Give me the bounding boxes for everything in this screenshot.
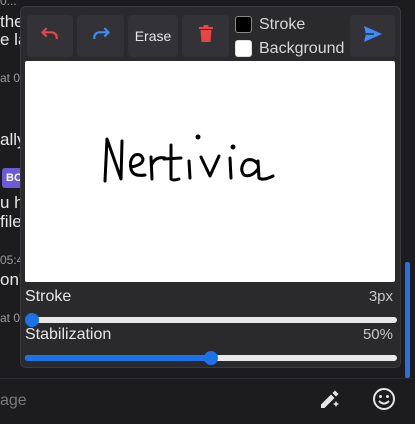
stabilization-slider-fill [25,355,211,361]
stroke-slider-label: Stroke [25,288,72,305]
message-input-bar: age [0,378,415,424]
stroke-color-swatch[interactable] [235,16,252,33]
message-input[interactable]: age [0,392,27,410]
emoji-icon [372,387,396,416]
stroke-slider-track[interactable] [25,313,397,327]
chat-timestamp: 0:.. [0,0,17,8]
send-icon [363,25,383,48]
background-color-swatch[interactable] [235,40,252,57]
chat-scrollbar[interactable] [405,262,410,378]
drawing-popup: Erase Stroke Background Stroke 3px Stabi… [20,6,401,368]
drawing-button[interactable] [316,387,344,415]
stroke-slider-value: 3px [368,288,393,305]
drawing-canvas[interactable] [25,61,395,282]
redo-button[interactable] [77,15,124,57]
chat-timestamp: at 0 [0,311,21,325]
handwritten-drawing [103,134,275,183]
stabilization-slider-track[interactable] [25,351,397,365]
background-color-label: Background [259,39,345,57]
drawing-toolbar: Erase Stroke Background [27,14,395,59]
stabilization-slider-label: Stabilization [25,326,112,343]
stabilization-slider-value: 50% [362,326,393,343]
stroke-color-label: Stroke [259,15,306,33]
chat-message-fragment: file [0,212,22,231]
chat-timestamp: at 0 [0,71,21,85]
undo-button[interactable] [27,15,73,57]
clear-button[interactable] [182,15,229,57]
app-root: 0:.. the e la at 0 ally BO u h file 05:4… [0,0,415,424]
emoji-button[interactable] [370,387,398,415]
brush-icon [318,387,342,416]
stabilization-slider: Stabilization 50% [25,325,397,365]
background-color-picker[interactable]: Background [235,38,344,59]
erase-button[interactable]: Erase [128,15,178,57]
stroke-color-picker[interactable]: Stroke [235,14,305,35]
send-button[interactable] [350,15,395,57]
trash-icon [198,24,214,48]
undo-icon [40,24,60,49]
stroke-slider: Stroke 3px [25,287,397,327]
redo-icon [91,24,111,49]
stabilization-slider-thumb[interactable] [204,351,218,365]
